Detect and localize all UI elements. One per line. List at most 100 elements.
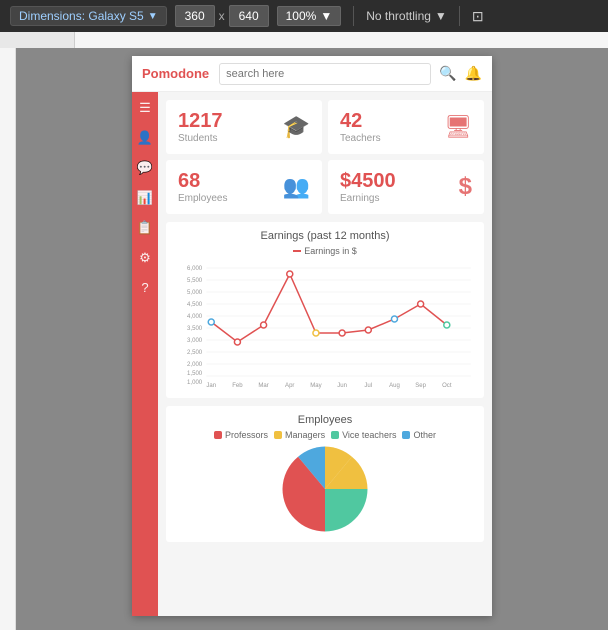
svg-text:2,000: 2,000 [187,362,203,368]
employees-label: Employees [178,193,227,204]
pie-chart-svg [235,444,415,534]
legend-other: Other [402,430,436,440]
svg-text:3,500: 3,500 [187,326,203,332]
dot-other [402,431,410,439]
stats-grid: 1217 Students 🎓 42 Teachers 🖥 [166,100,484,214]
svg-text:2,500: 2,500 [187,350,203,356]
width-input[interactable] [175,5,215,27]
svg-text:Jan: Jan [206,383,216,389]
svg-text:4,000: 4,000 [187,314,203,320]
zoom-label: 100% [286,9,317,23]
svg-text:3,000: 3,000 [187,338,203,344]
rotate-icon[interactable]: ⊡ [472,8,484,25]
earnings-value: $4500 [340,170,396,193]
svg-text:Feb: Feb [232,383,243,389]
svg-text:6,000: 6,000 [187,266,203,272]
earnings-chart-section: Earnings (past 12 months) Earnings in $ … [166,222,484,398]
employees-pie-legend: Professors Managers Vice teachers [174,430,476,440]
legend-dot-earnings [293,250,301,252]
students-label: Students [178,133,223,144]
label-professors: Professors [225,430,268,440]
throttle-label: No throttling [366,9,431,23]
dimension-controls: x [175,5,269,27]
teachers-value: 42 [340,110,381,133]
svg-text:Oct: Oct [442,383,452,389]
sidebar: ☰ 👤 💬 📊 📋 ⚙ ? [132,92,158,616]
sidebar-icon-help[interactable]: ? [141,280,148,295]
stat-card-teachers: 42 Teachers 🖥 [328,100,484,154]
employees-value: 68 [178,170,227,193]
svg-text:Jun: Jun [337,383,347,389]
earnings-chart-svg: 6,000 5,500 5,000 4,500 4,000 3,500 3,00… [174,260,476,390]
earnings-icon: $ [459,173,472,201]
app-logo: Pomodone [142,66,209,81]
earnings-chart-container: 6,000 5,500 5,000 4,500 4,000 3,500 3,00… [174,260,476,390]
label-other: Other [413,430,436,440]
device-selector[interactable]: Dimensions: Galaxy S5 ▼ [10,6,167,26]
sidebar-icon-menu[interactable]: ☰ [139,100,151,116]
sidebar-icon-chat[interactable]: 💬 [137,160,153,176]
zoom-selector[interactable]: 100% ▼ [277,6,342,26]
app-content: 1217 Students 🎓 42 Teachers 🖥 [158,92,492,616]
legend-managers: Managers [274,430,325,440]
svg-text:Aug: Aug [389,383,400,389]
search-input[interactable] [219,63,431,85]
earnings-chart-legend: Earnings in $ [174,246,476,256]
earnings-label: Earnings [340,193,396,204]
legend-vice-teachers: Vice teachers [331,430,396,440]
svg-text:Sep: Sep [415,383,426,389]
svg-text:1,000: 1,000 [187,380,203,386]
employees-chart-section: Employees Professors Managers [166,406,484,542]
ruler-corner [0,32,75,48]
separator-2 [459,6,460,26]
stat-info-employees: 68 Employees [178,170,227,204]
throttle-selector[interactable]: No throttling ▼ [366,9,447,23]
label-vice-teachers: Vice teachers [342,430,396,440]
device-label: Dimensions: Galaxy S5 [19,9,144,23]
header-icons: 🔍 🔔 [439,65,482,82]
zoom-arrow-icon: ▼ [320,9,332,23]
sidebar-icon-list[interactable]: 📋 [137,220,153,236]
ruler-bar [0,32,608,48]
stat-card-employees: 68 Employees 👥 [166,160,322,214]
employees-icon: 👥 [283,174,310,200]
svg-text:Apr: Apr [285,383,294,389]
dot-managers [274,431,282,439]
svg-text:5,500: 5,500 [187,278,203,284]
throttle-arrow-icon: ▼ [435,9,447,23]
pie-chart-container [174,444,476,534]
notification-icon[interactable]: 🔔 [465,65,482,82]
stat-info-earnings: $4500 Earnings [340,170,396,204]
earnings-chart-title: Earnings (past 12 months) [174,230,476,242]
label-managers: Managers [285,430,325,440]
separator-1 [353,6,354,26]
students-value: 1217 [178,110,223,133]
sidebar-icon-user[interactable]: 👤 [137,130,153,146]
students-icon: 🎓 [283,114,310,140]
legend-item-earnings: Earnings in $ [293,246,357,256]
svg-text:5,000: 5,000 [187,290,203,296]
device-arrow-icon: ▼ [148,11,158,22]
search-icon[interactable]: 🔍 [439,65,456,82]
dot-professors [214,431,222,439]
stat-info-teachers: 42 Teachers [340,110,381,144]
legend-label-earnings: Earnings in $ [304,246,357,256]
svg-text:May: May [310,383,321,389]
sidebar-icon-settings[interactable]: ⚙ [139,250,151,266]
stat-card-students: 1217 Students 🎓 [166,100,322,154]
height-input[interactable] [229,5,269,27]
devtools-toolbar: Dimensions: Galaxy S5 ▼ x 100% ▼ No thro… [0,0,608,32]
dot-vice-teachers [331,431,339,439]
stat-card-earnings: $4500 Earnings $ [328,160,484,214]
svg-text:1,500: 1,500 [187,371,203,377]
teachers-icon: 🖥 [444,114,472,140]
app-header: Pomodone 🔍 🔔 [132,56,492,92]
dim-x: x [219,9,225,23]
horizontal-ruler [75,32,608,48]
app-body: ☰ 👤 💬 📊 📋 ⚙ ? 1217 [132,92,492,616]
stat-info-students: 1217 Students [178,110,223,144]
svg-text:Jul: Jul [364,383,372,389]
sidebar-icon-chart[interactable]: 📊 [137,190,153,206]
canvas-area: Pomodone 🔍 🔔 ☰ 👤 💬 📊 📋 ⚙ ? [16,48,608,630]
vertical-ruler [0,48,16,630]
